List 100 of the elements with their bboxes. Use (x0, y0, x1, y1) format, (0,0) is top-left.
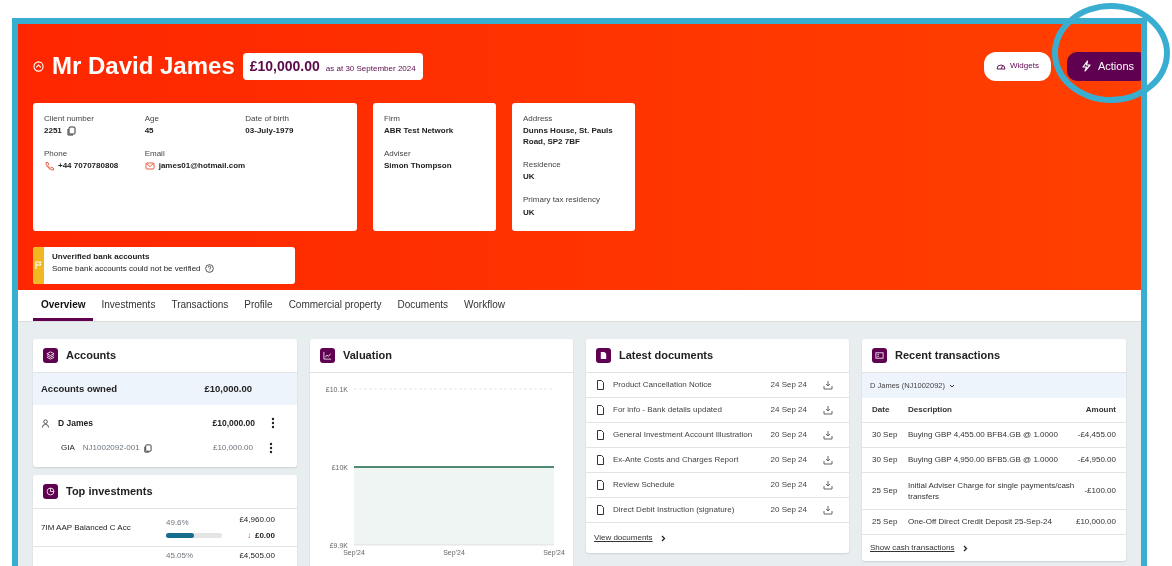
card-icon (872, 348, 887, 363)
pie-chart-icon (43, 484, 58, 499)
email-icon (144, 161, 155, 172)
layers-icon (43, 348, 58, 363)
account-value: £10,000.00 (212, 442, 253, 454)
date-cell-text: 25 Sep (872, 516, 899, 528)
column-header: Amount (1085, 404, 1116, 416)
caret-icon[interactable] (949, 383, 956, 388)
field-label: Age (144, 113, 160, 124)
document-name[interactable]: For info - Bank details updated (613, 404, 763, 416)
amount-cell: £10,000.00 (1075, 516, 1116, 528)
download-icon[interactable] (823, 455, 833, 465)
description-cell-text: One-Off Direct Credit Deposit 25-Sep-24 (908, 516, 1053, 528)
amount-cell: -£100.00 (1084, 485, 1116, 497)
amount-cell: -£4,455.00 (1077, 429, 1116, 441)
show-cash-transactions-link[interactable]: Show cash transactions (870, 542, 955, 554)
card-title: Top investments (66, 484, 153, 500)
tab[interactable]: Profile (236, 290, 281, 321)
download-icon[interactable] (823, 480, 833, 490)
document-date: 20 Sep 24 (770, 479, 807, 491)
more-icon[interactable] (269, 442, 273, 454)
document-date: 24 Sep 24 (770, 404, 807, 416)
alert-title: Unverified bank accounts (52, 250, 151, 263)
card-title: Accounts (66, 348, 117, 364)
document-name[interactable]: Review Schedule (613, 479, 763, 491)
actions-button[interactable]: Actions (1066, 52, 1141, 81)
copy-icon[interactable] (142, 443, 152, 453)
investment-name: 7IM AAP Balanced C Acc (41, 521, 132, 534)
investment-value: £4,505.00 (239, 550, 275, 562)
description-cell-text: Buying GBP 4,950.00 BFB5.GB @ 1.0000 (908, 454, 1059, 466)
alert-text: Some bank accounts could not be verified (52, 262, 201, 275)
field-value: james01@hotmail.com (158, 161, 246, 173)
trend-arrow: ↓ (246, 529, 251, 542)
column-header: Date (872, 404, 891, 416)
field-value: Simon Thompson (384, 161, 452, 173)
document-icon (596, 505, 605, 515)
widgets-button[interactable]: Widgets (984, 52, 1051, 81)
tab[interactable]: Transactions (163, 290, 237, 321)
document-icon (596, 455, 605, 465)
field-label: Client number (44, 113, 95, 124)
collapse-icon[interactable] (33, 60, 44, 72)
balance-amount: £10,000.00 (249, 56, 320, 76)
document-date: 20 Sep 24 (770, 429, 807, 441)
download-icon[interactable] (823, 405, 833, 415)
field-value: 45 (144, 126, 154, 137)
investment-percent: 49.6% (166, 517, 190, 529)
account-number: NJ1002092-001 (82, 442, 140, 454)
summary-value: £10,000.00 (204, 381, 252, 396)
field-value: Dunns House, St. Pauls Road, SP2 7BF (523, 126, 614, 148)
date-cell-text: 30 Sep (872, 429, 899, 441)
field-value: UK (523, 207, 535, 219)
document-icon (596, 480, 605, 490)
document-date: 24 Sep 24 (770, 379, 807, 391)
tab[interactable]: Commercial property (280, 290, 390, 321)
column-header: Description (908, 404, 953, 416)
download-icon[interactable] (823, 505, 833, 515)
field-value: 2251 (44, 126, 62, 137)
amount-cell: -£4,950.00 (1077, 454, 1116, 466)
document-name[interactable]: General Investment Account Illustration (613, 429, 763, 441)
download-icon[interactable] (823, 380, 833, 390)
tab[interactable]: Investments (93, 290, 164, 321)
document-date: 20 Sep 24 (770, 504, 807, 516)
document-name[interactable]: Product Cancellation Notice (613, 379, 763, 391)
chevron-right-icon (962, 544, 968, 552)
client-name: Mr David James (52, 54, 235, 79)
owner-value: £10,000.00 (212, 416, 255, 430)
gauge-icon (996, 62, 1006, 71)
field-label: Date of birth (245, 113, 290, 124)
tab[interactable]: Documents (389, 290, 457, 321)
field-label: Phone (44, 148, 69, 159)
field-label: Primary tax residency (523, 195, 601, 205)
field-label: Adviser (384, 148, 412, 159)
download-icon[interactable] (823, 430, 833, 440)
more-icon[interactable] (271, 417, 275, 429)
flag-icon (35, 261, 42, 269)
description-cell-text: Initial Adviser Charge for single payments/cash transfers (908, 479, 1076, 503)
help-icon[interactable] (204, 264, 214, 273)
date-cell-text: 25 Sep (872, 485, 899, 497)
date-cell-text: 30 Sep (872, 454, 899, 466)
description-cell-text: Buying GBP 4,455.00 BFB4.GB @ 1.0000 (908, 429, 1059, 441)
copy-icon[interactable] (65, 126, 76, 137)
field-value: 03-July-1979 (245, 126, 294, 137)
document-name[interactable]: Direct Debit Instruction (signature) (613, 504, 763, 516)
field-value: ABR Test Network (384, 126, 454, 137)
card-title: Valuation (343, 348, 392, 364)
lightning-icon (1080, 60, 1092, 73)
document-icon (596, 405, 605, 415)
balance-date: as at 30 September 2024 (325, 62, 416, 75)
line-chart-icon (320, 348, 335, 363)
card-title: Recent transactions (895, 348, 1001, 364)
field-label: Residence (523, 159, 562, 170)
view-documents-link[interactable]: View documents (594, 532, 653, 544)
owner-name: D James (58, 416, 93, 430)
field-value: +44 7070780808 (58, 161, 119, 173)
document-icon (596, 348, 611, 363)
investment-value: £4,960.00 (239, 513, 275, 526)
document-icon (596, 380, 605, 390)
tab[interactable]: Overview (33, 290, 94, 321)
document-name[interactable]: Ex-Ante Costs and Charges Report (613, 454, 763, 466)
tab[interactable]: Workflow (456, 290, 513, 321)
